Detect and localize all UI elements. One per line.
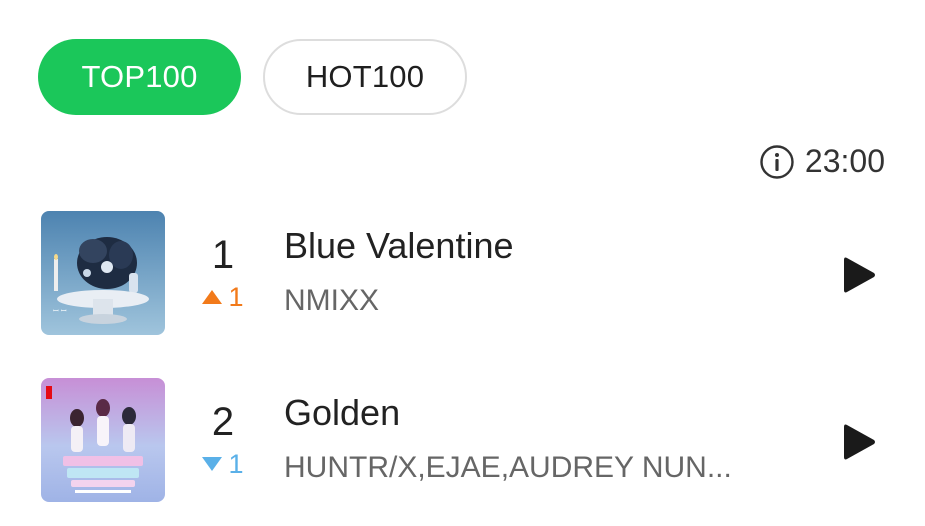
chart-tabs: TOP100 HOT100 <box>38 39 467 115</box>
update-time-row: 23:00 <box>759 143 885 180</box>
rank-change-value: 1 <box>228 282 244 312</box>
chart-row[interactable]: 2 1 Golden HUNTR/X,EJAE,AUDREY NUN... <box>40 378 890 502</box>
triangle-up-icon <box>202 290 223 304</box>
play-icon <box>843 256 877 294</box>
song-artist[interactable]: NMIXX <box>284 284 379 318</box>
album-cover[interactable] <box>41 378 165 502</box>
svg-text:ꟷ ꟷ: ꟷ ꟷ <box>53 307 67 315</box>
album-cover[interactable]: ꟷ ꟷ <box>41 211 165 335</box>
play-icon <box>843 423 877 461</box>
play-button[interactable] <box>843 423 877 461</box>
rank-change: 1 <box>190 448 256 480</box>
triangle-down-icon <box>202 457 223 471</box>
song-title[interactable]: Golden <box>284 392 400 434</box>
song-title[interactable]: Blue Valentine <box>284 225 514 267</box>
rank-column: 2 1 <box>190 398 256 480</box>
play-button[interactable] <box>843 256 877 294</box>
info-icon[interactable] <box>759 144 795 180</box>
update-time: 23:00 <box>804 143 885 179</box>
rank-number: 2 <box>211 400 235 444</box>
chart-screen: TOP100 HOT100 23:00 ꟷ ꟷ 1 1 Blue Valenti… <box>0 0 925 526</box>
rank-change-value: 1 <box>228 449 244 479</box>
rank-number: 1 <box>211 233 235 277</box>
tab-top100[interactable]: TOP100 <box>38 39 241 115</box>
tab-hot100[interactable]: HOT100 <box>263 39 467 115</box>
rank-change: 1 <box>190 281 256 313</box>
song-artist[interactable]: HUNTR/X,EJAE,AUDREY NUN... <box>284 451 732 485</box>
chart-row[interactable]: ꟷ ꟷ 1 1 Blue Valentine NMIXX <box>40 211 890 335</box>
rank-column: 1 1 <box>190 231 256 313</box>
